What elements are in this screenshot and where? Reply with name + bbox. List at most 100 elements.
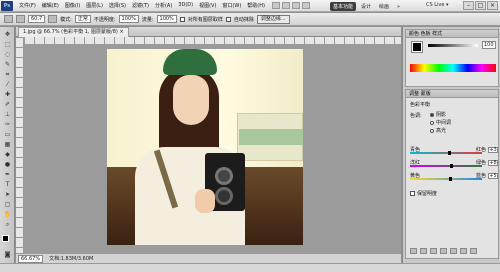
tool-preset-icon[interactable] [4,15,13,23]
color-swatches[interactable] [2,235,13,246]
back-arrow-icon[interactable] [410,248,417,254]
quick-select-tool-icon[interactable]: ✎ [3,61,12,69]
yellow-blue-value[interactable]: +5 [488,173,498,179]
marquee-tool-icon[interactable]: ⬚ [3,41,12,49]
pen-tool-icon[interactable]: ✒ [3,171,12,179]
menu-item-1[interactable]: 编辑(E) [39,2,62,9]
type-tool-icon[interactable]: T [3,181,12,189]
menu-item-0[interactable]: 文件(F) [16,2,39,9]
radio-dot-icon [430,120,434,125]
foreground-color-swatch[interactable] [2,235,9,242]
move-tool-icon[interactable]: ✥ [3,31,12,39]
menu-item-5[interactable]: 滤镜(T) [129,2,152,9]
sample-all-checkbox[interactable] [179,16,185,22]
tone-radio-midtones[interactable]: 中间调 [430,119,451,126]
shape-tool-icon[interactable]: ▢ [3,201,12,209]
magenta-green-slider[interactable]: 洋红 绿色 +8 [410,159,498,169]
history-brush-tool-icon[interactable]: ✑ [3,121,12,129]
delete-trash-icon[interactable] [470,248,477,254]
expand-view-icon[interactable] [420,248,427,254]
photoshop-logo-icon: Ps [1,0,13,11]
magenta-green-value[interactable]: +8 [488,160,498,166]
adjustments-panel-tabs[interactable]: 调整 蒙版 [406,90,498,98]
yellow-blue-handle[interactable] [449,177,452,181]
eraser-tool-icon[interactable]: ▭ [3,131,12,139]
yellow-blue-track[interactable] [410,178,482,180]
eyedropper-tool-icon[interactable]: ⁄ [3,81,12,89]
workspace-painting[interactable]: 绘画 [376,2,392,11]
photo-hand [195,189,215,213]
quick-mask-icon[interactable]: ◙ [3,251,12,259]
menu-item-8[interactable]: 视图(V) [196,2,219,9]
blur-tool-icon[interactable]: ◆ [3,151,12,159]
brush-panel-toggle-icon[interactable] [48,15,58,23]
flow-field[interactable]: 100% [156,15,177,23]
gradient-tool-icon[interactable]: ▦ [3,141,12,149]
view-previous-icon[interactable] [450,248,457,254]
clone-stamp-tool-icon[interactable]: ⊥ [3,111,12,119]
zoom-tool-icon[interactable]: ⌕ [3,221,12,229]
maximize-button[interactable]: □ [475,1,486,10]
tone-radio-highlights[interactable]: 高光 [430,127,446,134]
arrange-documents-icon[interactable] [301,2,310,9]
preserve-luminosity-checkbox[interactable] [410,191,415,196]
cyan-red-handle[interactable] [448,151,451,155]
document-info[interactable]: 文档:1.83M/3.60M [49,255,93,262]
color-panel-foreground-swatch[interactable] [411,41,423,53]
zoom-field[interactable]: 66.67% [18,254,44,263]
menu-tool-icons [271,2,310,9]
menu-item-10[interactable]: 帮助(H) [244,2,268,9]
reset-icon[interactable] [460,248,467,254]
refine-edge-button[interactable]: 调整边缘... [256,14,290,24]
path-select-tool-icon[interactable]: ➤ [3,191,12,199]
workspace-essentials[interactable]: 基本功能 [330,2,357,11]
magenta-green-track[interactable] [410,165,482,167]
cs-live-button[interactable]: CS Live ▾ [426,2,449,8]
dodge-tool-icon[interactable]: ● [3,161,12,169]
photo-camera-lens-bottom [215,187,233,205]
close-button[interactable]: × [487,1,498,10]
document-tab[interactable]: 1.jpg @ 66.7% (色彩平衡 1, 图层蒙版/8) × [18,27,129,37]
color-slider[interactable] [428,44,478,47]
brush-icon[interactable] [16,15,25,23]
color-panel: 颜色 色板 样式 100 [405,29,499,87]
workspace-more[interactable]: » [394,3,403,11]
horizontal-ruler[interactable] [24,37,401,45]
crop-tool-icon[interactable]: ⌗ [3,71,12,79]
brush-size-field[interactable]: 60.7 [28,15,46,23]
menu-item-9[interactable]: 窗口(W) [219,2,244,9]
photo-image[interactable] [107,49,303,245]
canvas-area[interactable] [24,45,401,253]
clip-to-layer-icon[interactable] [430,248,437,254]
yellow-blue-slider[interactable]: 黄色 蓝色 +5 [410,172,498,182]
lasso-tool-icon[interactable]: ◌ [3,51,12,59]
preserve-luminosity[interactable]: 保留明度 [410,190,437,197]
menu-item-2[interactable]: 图像(I) [62,2,83,9]
tone-radio-shadows[interactable]: 阴影 [430,111,446,118]
auto-erase-checkbox[interactable] [225,16,231,22]
magenta-green-handle[interactable] [450,164,453,168]
opacity-field[interactable]: 100% [118,15,139,23]
mode-select[interactable]: 正常 [74,15,91,23]
cyan-red-value[interactable]: +3 [488,147,498,153]
adjustment-footer-icons [410,248,477,254]
minibridge-icon[interactable] [281,2,290,9]
color-slider-value[interactable]: 100 [482,41,496,49]
menu-item-3[interactable]: 图层(L) [83,2,106,9]
color-spectrum-bar[interactable] [410,64,496,72]
menu-item-7[interactable]: 3D(D) [175,2,196,9]
color-panel-tabs[interactable]: 颜色 色板 样式 [406,30,498,38]
healing-tool-icon[interactable]: ✚ [3,91,12,99]
visibility-eye-icon[interactable] [440,248,447,254]
hand-tool-icon[interactable]: ✋ [3,211,12,219]
menu-item-6[interactable]: 分析(A) [152,2,175,9]
minimize-button[interactable]: – [463,1,474,10]
vertical-ruler[interactable] [16,37,24,253]
workspace-design[interactable]: 设计 [358,2,374,11]
cyan-red-slider[interactable]: 青色 红色 +3 [410,146,498,156]
zoom-level-icon[interactable] [291,2,300,9]
brush-tool-icon[interactable]: ✐ [3,101,12,109]
cyan-red-track[interactable] [410,152,482,154]
bridge-icon[interactable] [271,2,280,9]
menu-item-4[interactable]: 选择(S) [106,2,129,9]
